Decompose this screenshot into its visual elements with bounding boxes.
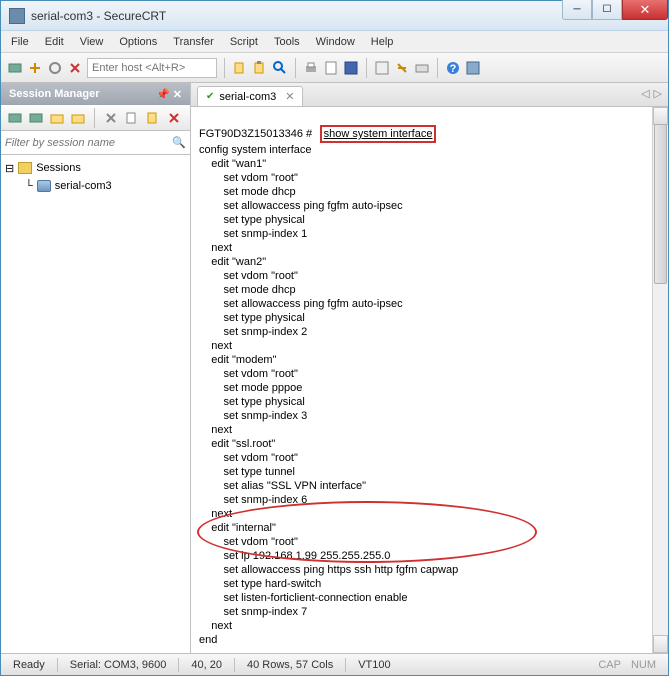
menu-script[interactable]: Script — [230, 36, 258, 48]
panel-title-text: Session Manager — [9, 88, 99, 100]
menu-help[interactable]: Help — [371, 36, 394, 48]
svg-text:?: ? — [450, 63, 457, 75]
scrollbar[interactable] — [652, 107, 668, 653]
status-port: Serial: COM3, 9600 — [70, 659, 167, 671]
menu-file[interactable]: File — [11, 36, 29, 48]
disconnect-icon[interactable] — [67, 60, 83, 76]
status-term: VT100 — [358, 659, 390, 671]
new-session-icon[interactable] — [7, 110, 23, 126]
connect-icon[interactable] — [7, 60, 23, 76]
menu-options[interactable]: Options — [119, 36, 157, 48]
filter-row: 🔍 — [1, 131, 190, 155]
close-button[interactable]: ✕ — [622, 0, 668, 20]
status-pos: 40, 20 — [191, 659, 222, 671]
menu-window[interactable]: Window — [316, 36, 355, 48]
properties-icon[interactable] — [374, 60, 390, 76]
terminal-output: config system interface edit "wan1" set … — [199, 144, 458, 646]
reconnect-icon[interactable] — [47, 60, 63, 76]
new-folder-icon[interactable] — [49, 110, 65, 126]
host-input[interactable] — [87, 58, 217, 78]
folder-icon — [18, 162, 32, 174]
tab-nav: ◁ ▷ — [641, 87, 662, 100]
maximize-button[interactable]: ☐ — [592, 0, 622, 20]
delete-icon[interactable] — [166, 110, 182, 126]
filter-search-icon[interactable]: 🔍 — [172, 136, 186, 149]
session-tree[interactable]: ⊟ Sessions └ serial-com3 — [1, 155, 190, 653]
cut-icon[interactable] — [103, 110, 119, 126]
pin-icon[interactable]: 📌 ✕ — [156, 88, 182, 101]
main-area: ✔ serial-com3 ✕ ◁ ▷ FGT90D3Z15013346 # s… — [191, 83, 668, 653]
menu-edit[interactable]: Edit — [45, 36, 64, 48]
app-window: serial-com3 - SecureCRT ─ ☐ ✕ File Edit … — [0, 0, 669, 676]
tree-item-serial-com3[interactable]: └ serial-com3 — [5, 177, 186, 195]
menubar: File Edit View Options Transfer Script T… — [1, 31, 668, 53]
print-icon[interactable] — [303, 60, 319, 76]
tab-close-icon[interactable]: ✕ — [285, 90, 294, 103]
tab-prev-icon[interactable]: ◁ — [641, 87, 649, 100]
status-dot-icon: ✔ — [206, 91, 214, 102]
menu-tools[interactable]: Tools — [274, 36, 300, 48]
session-manager-panel: Session Manager 📌 ✕ 🔍 ⊟ — [1, 83, 191, 653]
status-dims: 40 Rows, 57 Cols — [247, 659, 333, 671]
quick-connect-icon[interactable] — [27, 60, 43, 76]
statusbar: Ready Serial: COM3, 9600 40, 20 40 Rows,… — [1, 653, 668, 675]
scroll-thumb[interactable] — [654, 124, 667, 284]
prompt: FGT90D3Z15013346 # — [199, 128, 312, 140]
tree-root[interactable]: ⊟ Sessions — [5, 159, 186, 177]
window-title: serial-com3 - SecureCRT — [31, 9, 562, 23]
about-icon[interactable] — [465, 60, 481, 76]
help-icon[interactable]: ? — [445, 60, 461, 76]
titlebar[interactable]: serial-com3 - SecureCRT ─ ☐ ✕ — [1, 1, 668, 31]
status-num: NUM — [631, 659, 656, 671]
terminal-icon — [37, 180, 51, 192]
keymap-icon[interactable] — [414, 60, 430, 76]
menu-transfer[interactable]: Transfer — [173, 36, 214, 48]
connect-session-icon[interactable] — [28, 110, 44, 126]
tab-serial-com3[interactable]: ✔ serial-com3 ✕ — [197, 86, 303, 106]
minimize-button[interactable]: ─ — [562, 0, 592, 20]
app-icon — [9, 8, 25, 24]
log-icon[interactable] — [323, 60, 339, 76]
menu-view[interactable]: View — [80, 36, 104, 48]
paste-icon[interactable] — [252, 60, 268, 76]
tab-bar: ✔ serial-com3 ✕ ◁ ▷ — [191, 83, 668, 107]
copy2-icon[interactable] — [124, 110, 140, 126]
find-icon[interactable] — [272, 60, 288, 76]
copy-icon[interactable] — [232, 60, 248, 76]
panel-title: Session Manager 📌 ✕ — [1, 83, 190, 105]
save-icon[interactable] — [343, 60, 359, 76]
highlight-command: show system interface — [320, 125, 437, 143]
terminal[interactable]: FGT90D3Z15013346 # show system interface… — [191, 107, 668, 653]
tab-label: serial-com3 — [219, 91, 276, 103]
folder-icon[interactable] — [70, 110, 86, 126]
settings-icon[interactable] — [394, 60, 410, 76]
toolbar: ? — [1, 53, 668, 83]
status-ready: Ready — [13, 659, 45, 671]
filter-input[interactable] — [5, 137, 172, 149]
status-cap: CAP — [598, 659, 621, 671]
tab-next-icon[interactable]: ▷ — [654, 87, 662, 100]
paste2-icon[interactable] — [145, 110, 161, 126]
panel-toolbar — [1, 105, 190, 131]
